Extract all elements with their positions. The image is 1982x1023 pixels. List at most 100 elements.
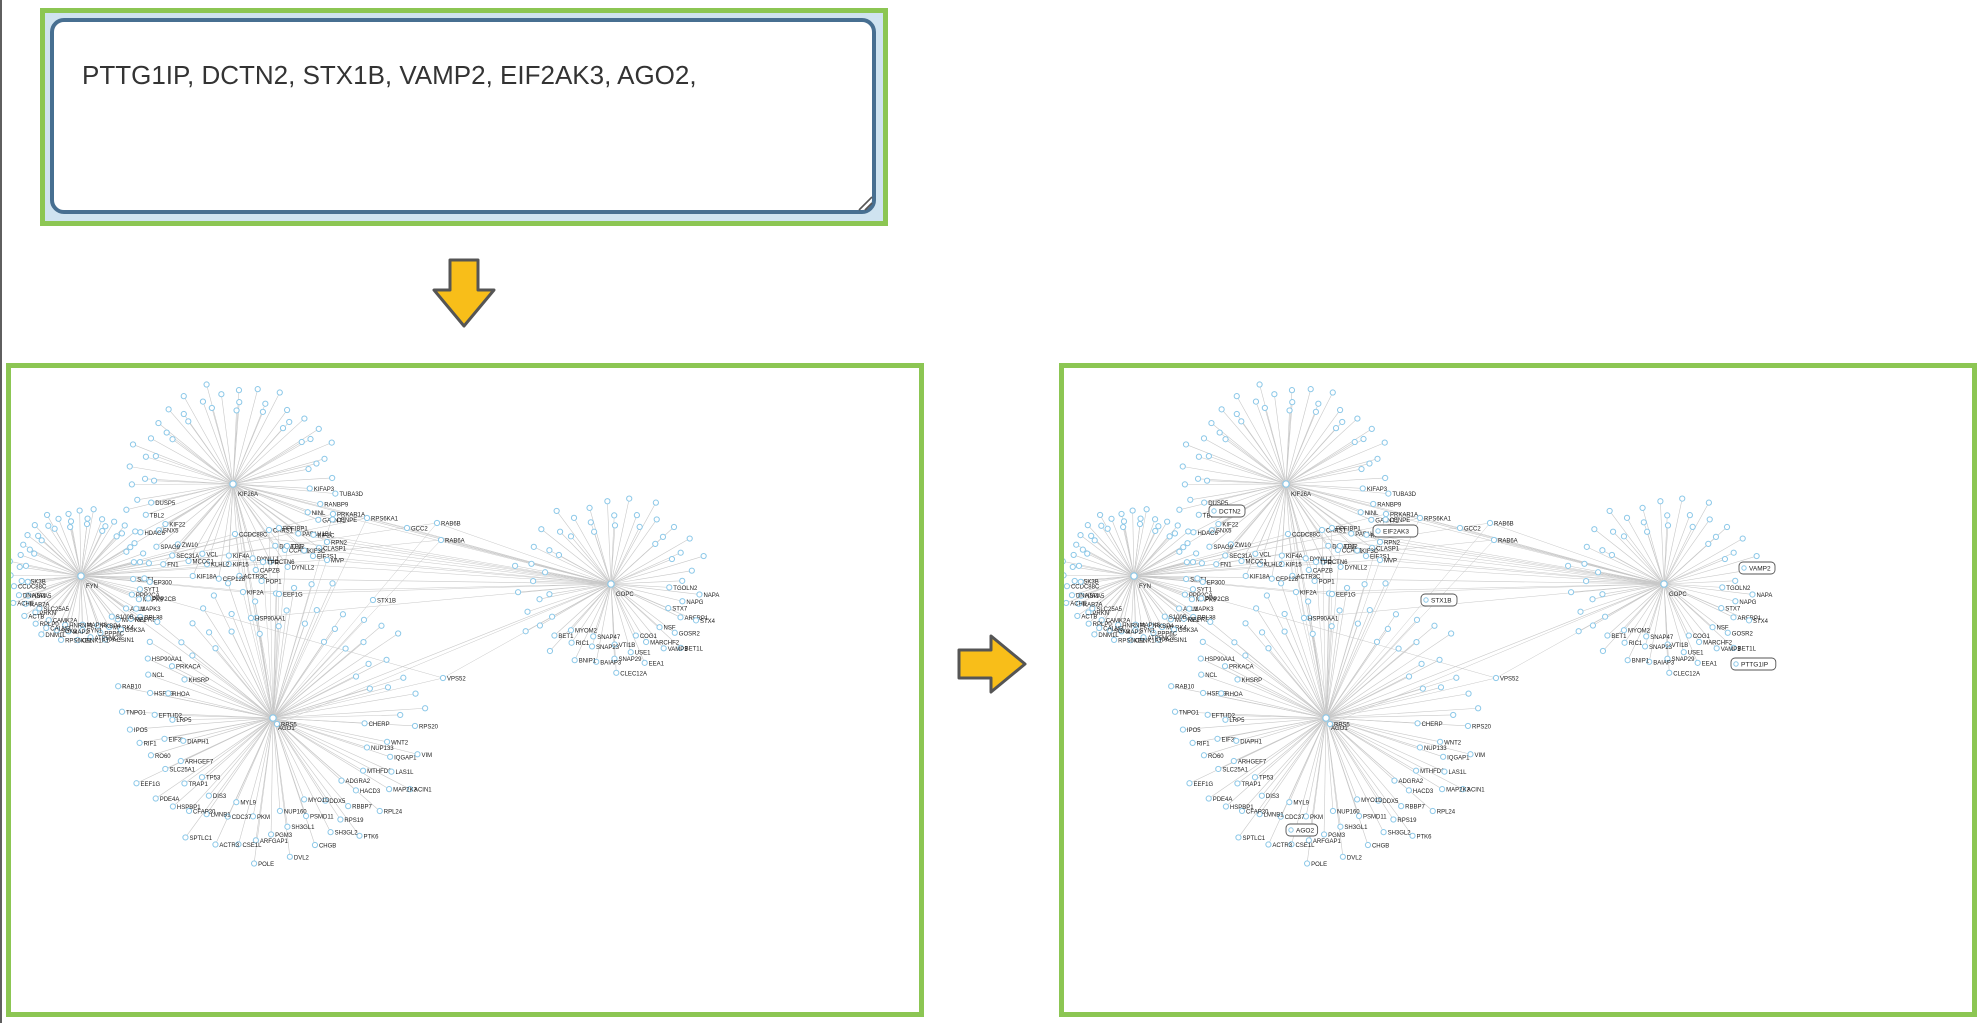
node[interactable] (1718, 605, 1725, 612)
node[interactable] (1328, 623, 1335, 630)
node[interactable] (1252, 550, 1259, 557)
node[interactable] (1712, 533, 1720, 540)
node[interactable] (659, 533, 667, 540)
node[interactable] (1203, 477, 1211, 484)
node[interactable] (1077, 532, 1084, 539)
node[interactable] (1104, 525, 1111, 532)
node[interactable] (1475, 705, 1482, 712)
node[interactable] (632, 632, 639, 639)
hub-node-gopc[interactable] (1660, 580, 1668, 588)
node[interactable] (1368, 516, 1375, 523)
node[interactable] (1450, 711, 1457, 719)
node[interactable] (121, 522, 128, 529)
node[interactable] (309, 552, 317, 560)
node[interactable] (1286, 407, 1293, 414)
node[interactable] (1251, 774, 1259, 781)
node[interactable] (1129, 507, 1136, 514)
node[interactable] (182, 834, 189, 841)
node[interactable] (250, 860, 258, 867)
node[interactable] (1366, 460, 1373, 467)
node[interactable] (433, 519, 441, 527)
node[interactable] (1307, 386, 1314, 393)
node[interactable] (1564, 562, 1572, 569)
hub-node-fyn[interactable] (1130, 572, 1138, 580)
node[interactable] (11, 558, 13, 565)
node[interactable] (145, 560, 152, 567)
node[interactable] (133, 605, 140, 612)
node[interactable] (189, 572, 196, 580)
node[interactable] (546, 547, 553, 554)
hub-node-ago1[interactable] (1322, 714, 1330, 722)
node[interactable] (1749, 591, 1756, 598)
node[interactable] (1271, 391, 1278, 398)
node[interactable] (1161, 613, 1168, 620)
node[interactable] (198, 774, 206, 781)
node[interactable] (1281, 628, 1288, 635)
node[interactable] (317, 500, 324, 508)
node[interactable] (1206, 543, 1213, 550)
node[interactable] (146, 689, 154, 697)
node[interactable] (1694, 659, 1701, 666)
node[interactable] (169, 716, 176, 723)
node[interactable] (1064, 558, 1066, 565)
node[interactable] (169, 803, 177, 810)
node[interactable] (1233, 737, 1240, 744)
node[interactable] (181, 780, 188, 787)
node[interactable] (1392, 611, 1400, 618)
node[interactable] (1686, 512, 1693, 519)
node[interactable] (169, 552, 176, 559)
node[interactable] (135, 596, 143, 603)
node[interactable] (1325, 542, 1332, 549)
node[interactable] (388, 768, 395, 775)
node[interactable] (283, 406, 291, 414)
node[interactable] (1118, 510, 1125, 518)
node[interactable] (1575, 628, 1582, 635)
node[interactable] (1374, 455, 1381, 462)
node[interactable] (1176, 548, 1183, 555)
node[interactable] (591, 528, 598, 535)
node[interactable] (1084, 522, 1091, 529)
node[interactable] (111, 518, 118, 525)
node[interactable] (329, 580, 336, 587)
node[interactable] (1608, 551, 1616, 559)
node[interactable] (1284, 530, 1292, 538)
node[interactable] (210, 592, 217, 599)
node[interactable] (1179, 726, 1187, 733)
node[interactable] (1074, 612, 1081, 620)
node[interactable] (1166, 533, 1173, 540)
node[interactable] (1413, 616, 1421, 623)
node[interactable] (136, 739, 143, 746)
node[interactable] (626, 495, 633, 502)
node[interactable] (1337, 823, 1344, 830)
node[interactable] (1448, 630, 1455, 637)
node[interactable] (677, 549, 684, 556)
node[interactable] (1419, 685, 1426, 692)
node[interactable] (688, 567, 695, 574)
node[interactable] (1709, 624, 1716, 631)
node[interactable] (301, 796, 308, 803)
node[interactable] (315, 516, 322, 523)
node[interactable] (1071, 577, 1078, 585)
node[interactable] (51, 525, 58, 532)
node[interactable] (67, 518, 75, 525)
node[interactable] (1195, 511, 1202, 518)
node[interactable] (1253, 605, 1260, 612)
node[interactable] (208, 404, 215, 412)
node[interactable] (665, 605, 672, 612)
node[interactable] (275, 590, 283, 598)
node[interactable] (35, 532, 42, 539)
node[interactable] (1732, 577, 1739, 584)
node[interactable] (1198, 560, 1205, 567)
node[interactable] (127, 544, 134, 551)
node[interactable] (1705, 499, 1712, 506)
node[interactable] (262, 400, 269, 407)
node[interactable] (290, 584, 298, 592)
node[interactable] (178, 639, 185, 646)
node[interactable] (26, 546, 33, 553)
node[interactable] (1490, 536, 1498, 544)
node[interactable] (1286, 799, 1293, 806)
node[interactable] (1589, 596, 1596, 603)
node[interactable] (1315, 400, 1322, 407)
node[interactable] (1064, 572, 1067, 579)
node[interactable] (1375, 528, 1381, 534)
